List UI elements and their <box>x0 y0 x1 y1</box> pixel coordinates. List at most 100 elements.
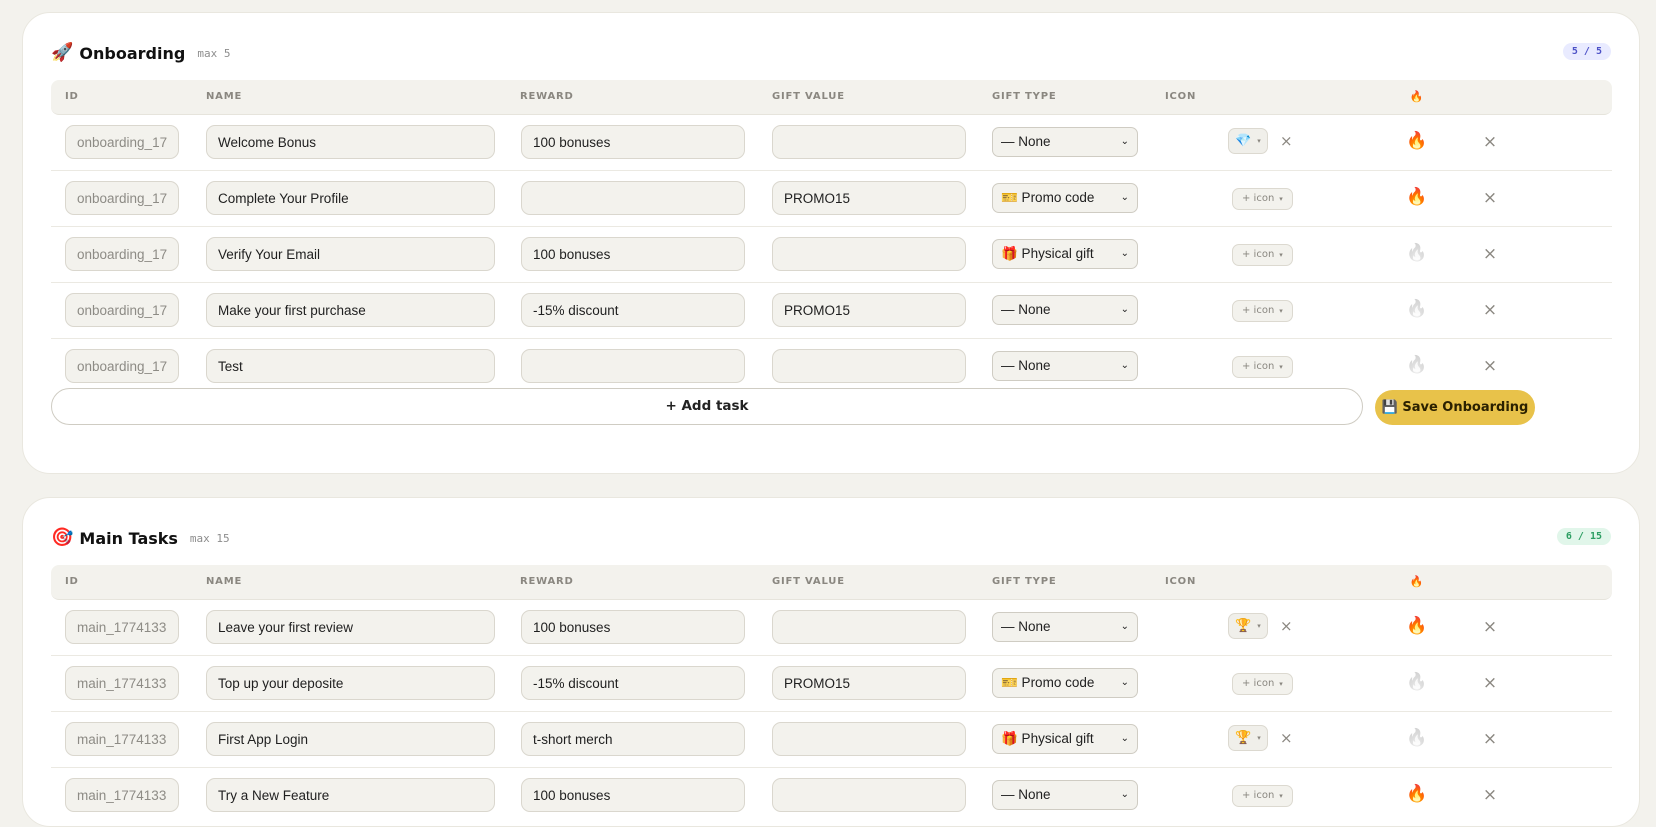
table-body: — None⌄🏆▾×🔥×🎫 Promo code⌄+ icon▾🔥×🎁 Phys… <box>51 600 1612 823</box>
column-header-gift-type: GIFT TYPE <box>992 91 1057 102</box>
task-name-input[interactable] <box>206 293 495 327</box>
main-tasks-header: 🎯 Main Tasks max 15 <box>51 526 230 550</box>
task-name-input[interactable] <box>206 722 495 756</box>
task-id-input[interactable] <box>65 778 179 812</box>
add-icon-button[interactable]: + icon ▾ <box>1232 785 1293 807</box>
gift-type-select[interactable]: 🎁 Physical gift ⌄ <box>992 724 1138 754</box>
flame-icon[interactable]: 🔥 <box>1404 670 1430 694</box>
reward-input[interactable] <box>521 778 745 812</box>
reward-input[interactable] <box>521 666 745 700</box>
task-id-input[interactable] <box>65 237 179 271</box>
flame-icon[interactable]: 🔥 <box>1404 726 1430 750</box>
task-counter-badge: 6 / 15 <box>1556 528 1611 545</box>
add-icon-button[interactable]: + icon ▾ <box>1232 673 1293 695</box>
column-header-gift-value: GIFT VALUE <box>772 576 845 587</box>
main-tasks-section: 🎯 Main Tasks max 15 6 / 15 ID NAME REWAR… <box>22 497 1640 827</box>
delete-row-button[interactable]: × <box>1480 130 1500 154</box>
add-icon-label: + icon <box>1242 678 1275 689</box>
delete-row-button[interactable]: × <box>1480 186 1500 210</box>
flame-icon[interactable]: 🔥 <box>1404 353 1430 377</box>
save-onboarding-button[interactable]: 💾 Save Onboarding <box>1375 390 1535 425</box>
table-header: ID NAME REWARD GIFT VALUE GIFT TYPE ICON… <box>51 80 1612 115</box>
gift-value-input[interactable] <box>772 181 966 215</box>
icon-picker[interactable]: 🏆 ▾ <box>1228 725 1268 751</box>
task-id-input[interactable] <box>65 293 179 327</box>
trophy-icon: 🏆 <box>1235 730 1252 746</box>
icon-picker[interactable]: 💎 ▾ <box>1228 128 1268 154</box>
task-name-input[interactable] <box>206 125 495 159</box>
gift-type-select[interactable]: — None ⌄ <box>992 127 1138 157</box>
gift-value-input[interactable] <box>772 293 966 327</box>
gift-value-input[interactable] <box>772 778 966 812</box>
clear-icon-button[interactable]: × <box>1280 728 1293 748</box>
task-name-input[interactable] <box>206 666 495 700</box>
gift-type-select[interactable]: — None ⌄ <box>992 612 1138 642</box>
clear-icon-button[interactable]: × <box>1280 131 1293 151</box>
caret-down-icon: ▾ <box>1257 622 1261 630</box>
add-icon-button[interactable]: + icon ▾ <box>1232 356 1293 378</box>
task-name-input[interactable] <box>206 349 495 383</box>
table-row: 🎫 Promo code ⌄ + icon ▾ 🔥 × <box>51 656 1612 712</box>
flame-icon[interactable]: 🔥 <box>1404 297 1430 321</box>
add-task-button[interactable]: + Add task <box>51 388 1363 425</box>
delete-row-button[interactable]: × <box>1480 298 1500 322</box>
add-icon-button[interactable]: + icon ▾ <box>1232 300 1293 322</box>
column-header-gift-type: GIFT TYPE <box>992 576 1057 587</box>
gift-value-input[interactable] <box>772 349 966 383</box>
gift-type-select[interactable]: 🎫 Promo code ⌄ <box>992 668 1138 698</box>
gift-value-input[interactable] <box>772 610 966 644</box>
task-id-input[interactable] <box>65 666 179 700</box>
add-icon-label: + icon <box>1242 361 1275 372</box>
clear-icon-button[interactable]: × <box>1280 616 1293 636</box>
task-id-input[interactable] <box>65 610 179 644</box>
task-id-input[interactable] <box>65 722 179 756</box>
reward-input[interactable] <box>521 237 745 271</box>
onboarding-section: 🚀 Onboarding max 5 5 / 5 ID NAME REWARD … <box>22 12 1640 474</box>
gift-type-value: — None <box>1001 134 1051 149</box>
reward-input[interactable] <box>521 293 745 327</box>
gift-type-select[interactable]: — None ⌄ <box>992 295 1138 325</box>
caret-down-icon: ▾ <box>1279 251 1283 259</box>
section-title: Main Tasks <box>79 528 178 548</box>
task-name-input[interactable] <box>206 181 495 215</box>
gift-value-input[interactable] <box>772 125 966 159</box>
task-id-input[interactable] <box>65 181 179 215</box>
reward-input[interactable] <box>521 610 745 644</box>
task-name-input[interactable] <box>206 237 495 271</box>
delete-row-button[interactable]: × <box>1480 615 1500 639</box>
gift-value-input[interactable] <box>772 722 966 756</box>
flame-icon[interactable]: 🔥 <box>1404 129 1430 153</box>
gift-type-select[interactable]: 🎁 Physical gift ⌄ <box>992 239 1138 269</box>
task-name-input[interactable] <box>206 778 495 812</box>
delete-row-button[interactable]: × <box>1480 783 1500 807</box>
task-name-input[interactable] <box>206 610 495 644</box>
gift-value-input[interactable] <box>772 666 966 700</box>
add-icon-button[interactable]: + icon ▾ <box>1232 244 1293 266</box>
table-row: — None ⌄ + icon ▾ 🔥 × <box>51 339 1612 394</box>
target-icon: 🎯 <box>51 527 74 548</box>
reward-input[interactable] <box>521 722 745 756</box>
flame-icon[interactable]: 🔥 <box>1404 241 1430 265</box>
add-icon-button[interactable]: + icon ▾ <box>1232 188 1293 210</box>
gift-type-value: — None <box>1001 787 1051 802</box>
delete-row-button[interactable]: × <box>1480 671 1500 695</box>
task-id-input[interactable] <box>65 125 179 159</box>
gift-type-select[interactable]: — None ⌄ <box>992 780 1138 810</box>
delete-row-button[interactable]: × <box>1480 242 1500 266</box>
delete-row-button[interactable]: × <box>1480 727 1500 751</box>
flame-icon[interactable]: 🔥 <box>1404 782 1430 806</box>
flame-icon[interactable]: 🔥 <box>1404 185 1430 209</box>
delete-row-button[interactable]: × <box>1480 354 1500 378</box>
gift-type-select[interactable]: 🎫 Promo code ⌄ <box>992 183 1138 213</box>
reward-input[interactable] <box>521 349 745 383</box>
table-row: — None ⌄ + icon ▾ 🔥 × <box>51 768 1612 823</box>
task-id-input[interactable] <box>65 349 179 383</box>
gift-type-value: 🎫 Promo code <box>1001 190 1095 205</box>
table-body: — None⌄💎▾×🔥×🎫 Promo code⌄+ icon▾🔥×🎁 Phys… <box>51 115 1612 394</box>
flame-icon[interactable]: 🔥 <box>1404 614 1430 638</box>
gift-value-input[interactable] <box>772 237 966 271</box>
reward-input[interactable] <box>521 125 745 159</box>
gift-type-select[interactable]: — None ⌄ <box>992 351 1138 381</box>
reward-input[interactable] <box>521 181 745 215</box>
icon-picker[interactable]: 🏆 ▾ <box>1228 613 1268 639</box>
